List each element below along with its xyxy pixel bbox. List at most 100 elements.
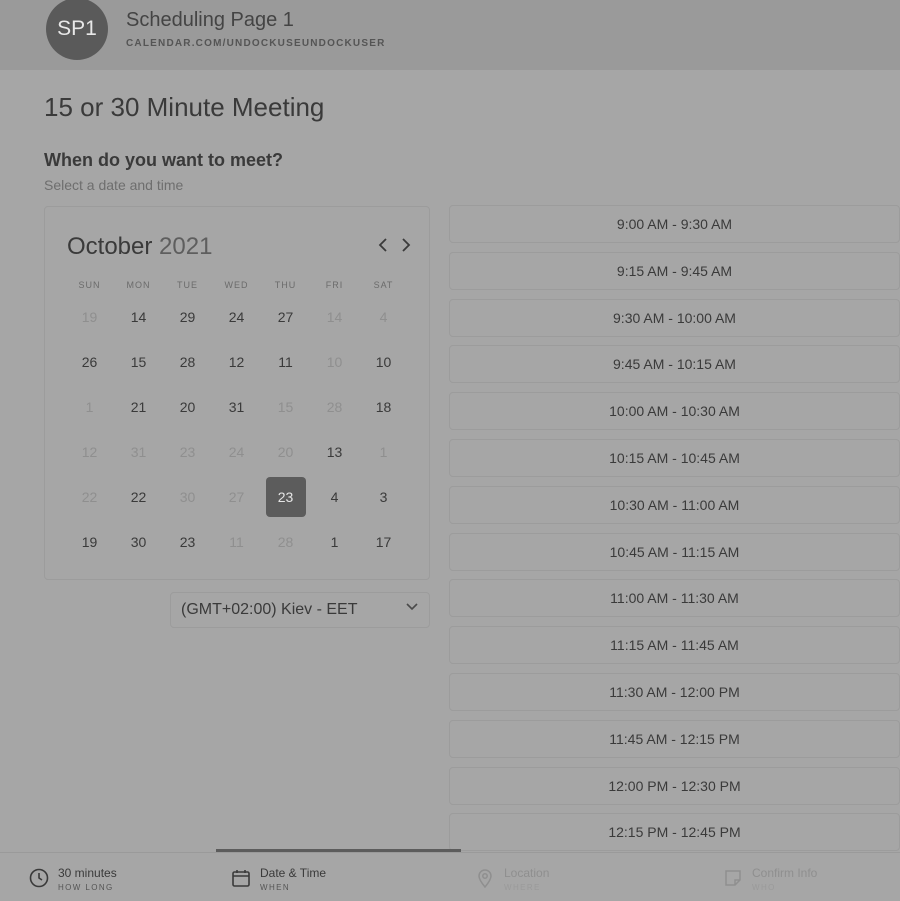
step-sublabel: HOW LONG: [58, 883, 114, 892]
calendar-day[interactable]: 3: [359, 474, 408, 519]
calendar-day[interactable]: 29: [163, 294, 212, 339]
calendar-day-number: 29: [179, 308, 196, 325]
calendar-day: 10: [310, 339, 359, 384]
time-slot-button[interactable]: 9:30 AM - 10:00 AM: [449, 298, 900, 337]
calendar-day-number: 1: [379, 443, 388, 460]
calendar-day[interactable]: 27: [261, 294, 310, 339]
calendar-day-number: 10: [375, 353, 392, 370]
time-slot-button[interactable]: 9:45 AM - 10:15 AM: [449, 345, 900, 384]
calendar-day-number: 20: [179, 398, 196, 415]
calendar-day-number: 15: [277, 398, 294, 415]
calendar-day[interactable]: 11: [261, 339, 310, 384]
section-subtitle: Select a date and time: [44, 177, 184, 193]
calendar-day[interactable]: 1: [310, 519, 359, 564]
weekday-label: WED: [224, 280, 249, 290]
calendar-day-number: 11: [229, 533, 244, 550]
time-slot-button[interactable]: 12:15 PM - 12:45 PM: [449, 813, 900, 852]
time-slot-button[interactable]: 10:15 AM - 10:45 AM: [449, 438, 900, 477]
time-slot-button[interactable]: 10:30 AM - 11:00 AM: [449, 485, 900, 524]
calendar-day-number: 4: [330, 488, 339, 505]
calendar-day: 24: [212, 429, 261, 474]
time-slot-button[interactable]: 9:15 AM - 9:45 AM: [449, 251, 900, 290]
weekday-header: SUN MON TUE WED THU FRI SAT: [65, 280, 408, 290]
calendar-day[interactable]: 4: [310, 474, 359, 519]
calendar-day-number: 17: [375, 533, 392, 550]
time-slot-button[interactable]: 10:45 AM - 11:15 AM: [449, 532, 900, 571]
calendar-day: 15: [261, 384, 310, 429]
calendar-day: 27: [212, 474, 261, 519]
calendar-day-number: 11: [278, 353, 293, 370]
calendar-day[interactable]: 17: [359, 519, 408, 564]
calendar-day[interactable]: 30: [114, 519, 163, 564]
time-slot-button[interactable]: 11:45 AM - 12:15 PM: [449, 719, 900, 758]
calendar-day-number: 4: [379, 308, 388, 325]
header: SP1 Scheduling Page 1 CALENDAR.COM/UNDOC…: [0, 0, 900, 70]
timezone-value: (GMT+02:00) Kiev - EET: [181, 601, 358, 618]
calendar-day[interactable]: 31: [212, 384, 261, 429]
step-sublabel: WHO: [752, 883, 776, 892]
calendar-month-label: October 2021: [67, 233, 212, 261]
calendar-day-number: 23: [179, 443, 196, 460]
calendar-day-number: 15: [130, 353, 147, 370]
calendar-day: 14: [310, 294, 359, 339]
calendar-day[interactable]: 21: [114, 384, 163, 429]
step-date-time[interactable]: Date & Time WHEN: [230, 867, 326, 892]
calendar-day: 22: [65, 474, 114, 519]
page-url[interactable]: CALENDAR.COM/UNDOCKUSEUNDOCKUSER: [126, 38, 386, 49]
time-slot-button[interactable]: 10:00 AM - 10:30 AM: [449, 392, 900, 431]
calendar-day: 1: [359, 429, 408, 474]
avatar[interactable]: SP1: [46, 0, 108, 60]
meeting-title: 15 or 30 Minute Meeting: [44, 92, 325, 122]
calendar-day[interactable]: 28: [163, 339, 212, 384]
calendar-day[interactable]: 22: [114, 474, 163, 519]
calendar-day-number: 19: [81, 533, 98, 550]
calendar-day: 4: [359, 294, 408, 339]
calendar-icon: [230, 867, 252, 889]
calendar-day-number: 1: [85, 398, 94, 415]
calendar-day[interactable]: 19: [65, 519, 114, 564]
calendar-day[interactable]: 26: [65, 339, 114, 384]
timezone-select[interactable]: (GMT+02:00) Kiev - EET: [170, 592, 430, 628]
calendar-day-number: 27: [228, 488, 245, 505]
step-confirm-info[interactable]: Confirm Info WHO: [722, 867, 817, 892]
calendar-day-number: 28: [277, 533, 294, 550]
calendar-day-number: 12: [228, 353, 245, 370]
calendar-day: 28: [310, 384, 359, 429]
calendar-day[interactable]: 13: [310, 429, 359, 474]
calendar-day[interactable]: 14: [114, 294, 163, 339]
calendar-day[interactable]: 15: [114, 339, 163, 384]
calendar-day: 1: [65, 384, 114, 429]
calendar-day-number: 23: [179, 533, 196, 550]
chevron-left-icon[interactable]: [377, 235, 389, 258]
time-slot-button[interactable]: 11:15 AM - 11:45 AM: [449, 626, 900, 665]
calendar-day-number: 27: [277, 308, 294, 325]
time-slot-button[interactable]: 9:00 AM - 9:30 AM: [449, 205, 900, 243]
calendar-day-selected[interactable]: 23: [261, 474, 310, 519]
calendar-day: 20: [261, 429, 310, 474]
calendar-day-number: 19: [81, 308, 98, 325]
calendar-day[interactable]: 23: [163, 519, 212, 564]
calendar-day[interactable]: 24: [212, 294, 261, 339]
calendar-day: 19: [65, 294, 114, 339]
calendar-day-number: 18: [375, 398, 392, 415]
calendar-day: 30: [163, 474, 212, 519]
chevron-right-icon[interactable]: [400, 235, 412, 258]
step-label: Date & Time: [260, 866, 327, 880]
calendar-day[interactable]: 12: [212, 339, 261, 384]
note-icon: [722, 867, 744, 889]
calendar-day[interactable]: 10: [359, 339, 408, 384]
calendar-day[interactable]: 20: [163, 384, 212, 429]
time-slot-button[interactable]: 12:00 PM - 12:30 PM: [449, 766, 900, 805]
step-location[interactable]: Location WHERE: [474, 867, 549, 892]
calendar-day-number: 14: [130, 308, 147, 325]
calendar-day-grid: 19 14 29 24 27 14 4 26 15 28 12 11 10 10 1 21 20 31 15 28 18…: [65, 294, 408, 564]
calendar-day: 12: [65, 429, 114, 474]
calendar-day[interactable]: 18: [359, 384, 408, 429]
time-slot-button[interactable]: 11:00 AM - 11:30 AM: [449, 579, 900, 618]
clock-icon: [28, 867, 50, 889]
step-duration[interactable]: 30 minutes HOW LONG: [28, 867, 117, 892]
weekday-label: FRI: [325, 280, 344, 290]
calendar-day-number: 1: [330, 533, 339, 550]
time-slot-button[interactable]: 11:30 AM - 12:00 PM: [449, 672, 900, 711]
weekday-label: SUN: [78, 280, 101, 290]
